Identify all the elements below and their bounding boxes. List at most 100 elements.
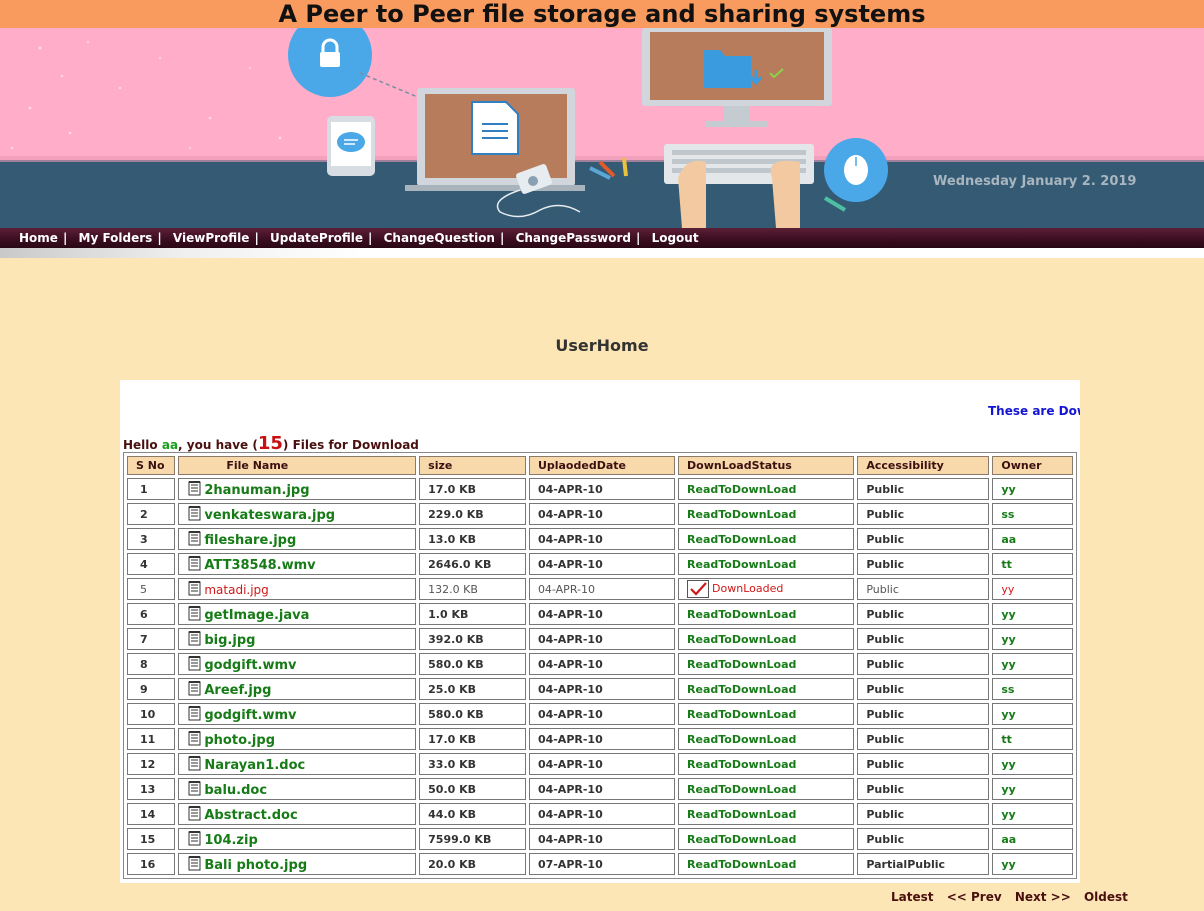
download-status[interactable]: ReadToDownLoad <box>687 658 796 671</box>
cell-uploaded-date: 04-APR-10 <box>528 678 676 700</box>
download-status[interactable]: ReadToDownLoad <box>687 533 796 546</box>
cell-owner: yy <box>992 603 1073 625</box>
download-status[interactable]: ReadToDownLoad <box>687 808 796 821</box>
cell-owner: tt <box>992 728 1073 750</box>
cell-accessibility: Public <box>857 753 990 775</box>
nav-home[interactable]: Home <box>19 231 58 245</box>
nav-view-profile[interactable]: ViewProfile <box>173 231 250 245</box>
nav-update-profile[interactable]: UpdateProfile <box>270 231 363 245</box>
cell-owner: yy <box>992 853 1073 875</box>
file-icon <box>188 555 201 570</box>
cell-file-name: fileshare.jpg <box>178 528 417 550</box>
cell-accessibility: Public <box>857 478 990 500</box>
cell-accessibility: Public <box>857 803 990 825</box>
cell-sno: 15 <box>127 828 176 850</box>
files-table: S No File Name size UplaodedDate DownLoa… <box>123 452 1077 879</box>
file-icon <box>188 755 201 770</box>
pager-latest[interactable]: Latest <box>891 890 934 904</box>
owner-name: yy <box>1001 582 1015 596</box>
cell-file-name: ATT38548.wmv <box>178 553 417 575</box>
table-row: 4 ATT38548.wmv 2646.0 KB 04-APR-10 ReadToDow… <box>127 553 1073 575</box>
cell-download-status: ReadToDownLoad <box>678 503 855 525</box>
cell-accessibility: Public <box>857 653 990 675</box>
file-link[interactable]: venkateswara.jpg <box>204 508 335 523</box>
cell-accessibility: Public <box>857 503 990 525</box>
file-link[interactable]: Abstract.doc <box>204 808 297 823</box>
file-link[interactable]: balu.doc <box>204 783 267 798</box>
cell-download-status: ReadToDownLoad <box>678 853 855 875</box>
file-link[interactable]: Narayan1.doc <box>204 758 305 773</box>
download-status[interactable]: ReadToDownLoad <box>687 833 796 846</box>
file-icon <box>188 780 201 795</box>
files-panel: These are Dow Hello aa, you have (15) Fi… <box>120 380 1080 883</box>
cell-owner: ss <box>992 503 1073 525</box>
file-link[interactable]: ATT38548.wmv <box>204 558 315 573</box>
cell-sno: 5 <box>127 578 176 600</box>
file-icon <box>188 705 201 720</box>
download-status[interactable]: ReadToDownLoad <box>687 508 796 521</box>
file-link[interactable]: 104.zip <box>204 833 257 848</box>
cell-file-name: balu.doc <box>178 778 417 800</box>
cell-uploaded-date: 04-APR-10 <box>528 528 676 550</box>
file-link[interactable]: photo.jpg <box>204 733 275 748</box>
file-link[interactable]: fileshare.jpg <box>204 533 296 548</box>
file-link[interactable]: Bali photo.jpg <box>204 858 307 873</box>
file-link[interactable]: Areef.jpg <box>204 683 271 698</box>
owner-name: yy <box>1001 632 1016 646</box>
download-status[interactable]: ReadToDownLoad <box>687 858 796 871</box>
pagination: Latest << Prev Next >> Oldest <box>891 890 1137 904</box>
download-status[interactable]: ReadToDownLoad <box>687 558 796 571</box>
cell-owner: yy <box>992 653 1073 675</box>
table-row: 12 Narayan1.doc 33.0 KB 04-APR-10 ReadToDown… <box>127 753 1073 775</box>
file-link[interactable]: 2hanuman.jpg <box>204 483 309 498</box>
file-link[interactable]: getImage.java <box>204 608 309 623</box>
col-size: size <box>419 456 526 475</box>
file-icon <box>188 530 201 545</box>
nav-logout[interactable]: Logout <box>652 231 699 245</box>
cell-accessibility: Public <box>857 603 990 625</box>
owner-name: yy <box>1001 607 1016 621</box>
owner-name: aa <box>1001 532 1017 546</box>
pager-oldest[interactable]: Oldest <box>1084 890 1128 904</box>
cell-sno: 12 <box>127 753 176 775</box>
cell-size: 20.0 KB <box>419 853 526 875</box>
download-status[interactable]: ReadToDownLoad <box>687 683 796 696</box>
cell-accessibility: PartialPublic <box>857 853 990 875</box>
owner-name: yy <box>1001 707 1016 721</box>
pager-prev[interactable]: << Prev <box>947 890 1002 904</box>
cell-uploaded-date: 04-APR-10 <box>528 728 676 750</box>
pager-next[interactable]: Next >> <box>1015 890 1071 904</box>
file-link[interactable]: big.jpg <box>204 633 255 648</box>
cell-file-name: getImage.java <box>178 603 417 625</box>
download-status[interactable]: ReadToDownLoad <box>687 608 796 621</box>
cell-size: 44.0 KB <box>419 803 526 825</box>
owner-name: tt <box>1001 557 1012 571</box>
nav-change-password[interactable]: ChangePassword <box>516 231 631 245</box>
cell-accessibility: Public <box>857 553 990 575</box>
nav-my-folders[interactable]: My Folders <box>79 231 153 245</box>
cell-size: 17.0 KB <box>419 728 526 750</box>
cell-size: 229.0 KB <box>419 503 526 525</box>
cell-accessibility: Public <box>857 703 990 725</box>
table-row: 7 big.jpg 392.0 KB 04-APR-10 ReadToDownLoad P… <box>127 628 1073 650</box>
cell-file-name: matadi.jpg <box>178 578 417 600</box>
cell-accessibility: Public <box>857 578 990 600</box>
download-status[interactable]: ReadToDownLoad <box>687 483 796 496</box>
download-status[interactable]: ReadToDownLoad <box>687 633 796 646</box>
nav-separator: | <box>62 231 68 245</box>
nav-change-question[interactable]: ChangeQuestion <box>384 231 495 245</box>
download-status[interactable]: ReadToDownLoad <box>687 708 796 721</box>
cell-download-status: ReadToDownLoad <box>678 528 855 550</box>
cell-accessibility: Public <box>857 678 990 700</box>
table-row: 6 getImage.java 1.0 KB 04-APR-10 ReadToDownL… <box>127 603 1073 625</box>
download-status[interactable]: ReadToDownLoad <box>687 758 796 771</box>
file-link[interactable]: godgift.wmv <box>204 658 296 673</box>
owner-name: aa <box>1001 832 1017 846</box>
file-link[interactable]: matadi.jpg <box>204 583 268 597</box>
nav-separator: | <box>254 231 259 245</box>
file-link[interactable]: godgift.wmv <box>204 708 296 723</box>
download-status[interactable]: ReadToDownLoad <box>687 783 796 796</box>
download-status[interactable]: ReadToDownLoad <box>687 733 796 746</box>
cell-file-name: 104.zip <box>178 828 417 850</box>
cell-accessibility: Public <box>857 628 990 650</box>
